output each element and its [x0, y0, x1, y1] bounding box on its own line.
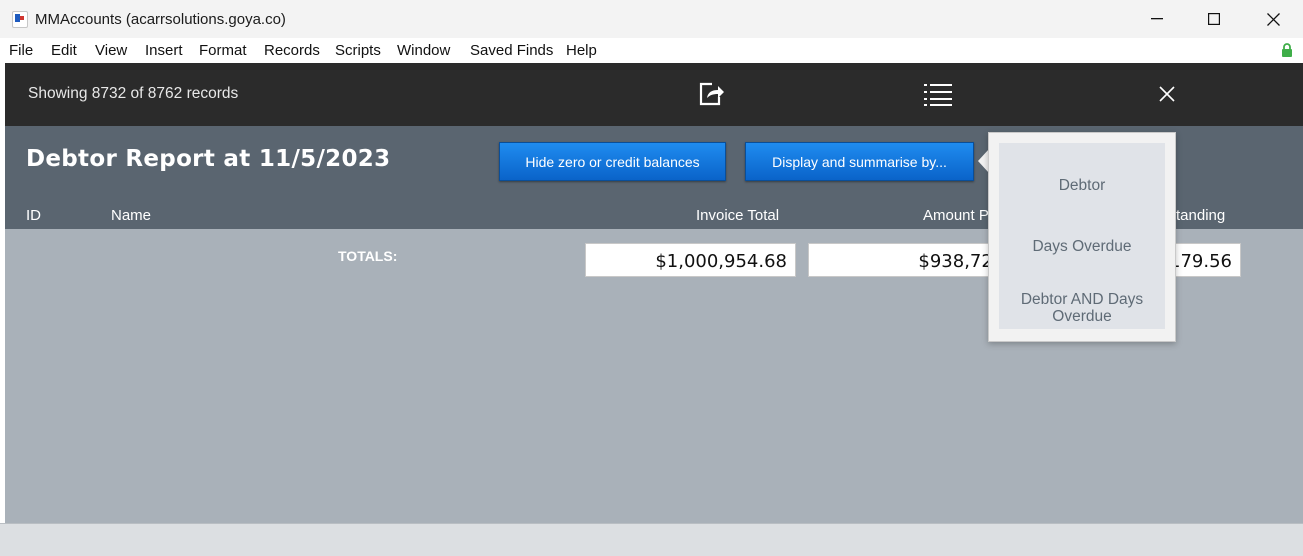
column-header-id: ID: [26, 207, 41, 224]
menu-view[interactable]: View: [95, 42, 127, 59]
hide-zero-balances-button[interactable]: Hide zero or credit balances: [499, 142, 726, 181]
column-header-outstanding: tanding: [1176, 207, 1226, 224]
menu-file[interactable]: File: [9, 42, 33, 59]
menu-help[interactable]: Help: [566, 42, 597, 59]
option-days-overdue[interactable]: Days Overdue: [999, 238, 1165, 255]
lock-icon: [1281, 43, 1293, 63]
close-icon: [1266, 12, 1280, 26]
menu-bar: File Edit View Insert Format Records Scr…: [0, 38, 1303, 63]
column-header-amount-paid: Amount P: [923, 207, 989, 224]
maximize-button[interactable]: [1185, 0, 1243, 38]
window-title: MMAccounts (acarrsolutions.goya.co): [35, 11, 286, 28]
app-icon: [12, 11, 28, 28]
minimize-icon: [1151, 18, 1163, 20]
records-toolbar: Showing 8732 of 8762 records: [5, 63, 1303, 126]
column-header-invoice-total: Invoice Total: [696, 207, 780, 224]
maximize-icon: [1208, 13, 1220, 25]
summarise-popover: Debtor Days Overdue Debtor AND Days Over…: [988, 132, 1176, 342]
close-layout-button[interactable]: [1153, 80, 1181, 108]
share-icon: [699, 82, 724, 106]
status-bar: [0, 523, 1303, 556]
menu-edit[interactable]: Edit: [51, 42, 77, 59]
column-header-name: Name: [111, 207, 152, 224]
list-icon: [924, 84, 952, 106]
menu-format[interactable]: Format: [199, 42, 247, 59]
window-close-button[interactable]: [1244, 0, 1302, 38]
menu-scripts[interactable]: Scripts: [335, 42, 381, 59]
invoice-total-field: $1,000,954.68: [585, 243, 796, 277]
menu-window[interactable]: Window: [397, 42, 450, 59]
menu-insert[interactable]: Insert: [145, 42, 183, 59]
page-title: Debtor Report at 11/5/2023: [26, 146, 391, 172]
display-summarise-button[interactable]: Display and summarise by...: [745, 142, 974, 181]
option-debtor-and-days-overdue[interactable]: Debtor AND Days Overdue: [999, 291, 1165, 325]
share-button[interactable]: [697, 80, 727, 108]
minimize-button[interactable]: [1128, 0, 1186, 38]
popover-options: Debtor Days Overdue Debtor AND Days Over…: [999, 143, 1165, 329]
close-icon: [1159, 86, 1175, 102]
record-count: Showing 8732 of 8762 records: [28, 85, 239, 102]
menu-saved-finds[interactable]: Saved Finds: [470, 42, 553, 59]
title-bar: MMAccounts (acarrsolutions.goya.co): [0, 0, 1303, 38]
totals-label: TOTALS:: [338, 248, 398, 264]
option-debtor[interactable]: Debtor: [999, 177, 1165, 194]
menu-records[interactable]: Records: [264, 42, 320, 59]
list-view-button[interactable]: [923, 80, 953, 108]
